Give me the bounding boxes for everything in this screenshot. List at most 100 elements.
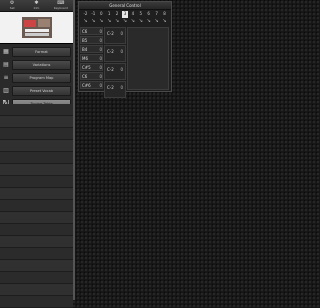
note-name: C-2 — [107, 85, 114, 90]
octave-button[interactable]: -1 — [90, 11, 97, 18]
list-item — [0, 224, 73, 236]
list-item — [0, 128, 73, 140]
key-value[interactable]: 0 — [95, 82, 102, 89]
key-value[interactable]: 0 — [95, 73, 102, 80]
octave-button[interactable]: -2 — [82, 11, 89, 18]
octave-selector: -2 -1 0 1 2 3 4 5 6 7 8 — [79, 10, 171, 18]
list-item — [0, 164, 73, 176]
key-row[interactable]: C#6 0 — [80, 81, 103, 89]
note-value[interactable]: 0 — [120, 85, 123, 90]
note-cell[interactable]: C-2 0 — [104, 81, 126, 98]
general-control-panel: General Control -2 -1 0 1 2 3 4 5 6 7 8 … — [78, 1, 172, 98]
list-item — [0, 116, 73, 128]
list-item — [0, 200, 73, 212]
toolbar-button-label: Keyboard — [53, 6, 68, 10]
note-cell[interactable]: C-2 0 — [104, 63, 126, 80]
octave-button[interactable]: 2 — [114, 11, 121, 18]
note-value[interactable]: 0 — [120, 67, 123, 72]
sidebar-item-label[interactable]: Format — [12, 46, 71, 57]
list-item — [0, 284, 73, 296]
toolbar-button-label: Info — [33, 6, 40, 10]
program-map-icon: ≡ — [3, 74, 9, 81]
note-cell[interactable]: C-2 0 — [104, 45, 126, 62]
sidebar-item-format[interactable]: ▦ Format — [0, 46, 73, 57]
transpose-arrow-icon[interactable]: ↘ — [90, 18, 97, 25]
key-row[interactable]: B5 0 — [80, 36, 103, 44]
key-row[interactable]: C#5 0 — [80, 63, 103, 71]
toolbar: ⚙ Set ✱ Info ⌨ Keyboard — [0, 0, 73, 12]
key-value[interactable]: 0 — [95, 37, 102, 44]
key-row[interactable]: C6 0 — [80, 27, 103, 35]
sidebar-item-program-map[interactable]: ≡ Program Map — [0, 72, 73, 83]
note-value[interactable]: 0 — [120, 31, 123, 36]
info-button[interactable]: ✱ Info — [27, 1, 45, 11]
note-value[interactable]: 0 — [120, 49, 123, 54]
list-item — [0, 212, 73, 224]
list-item — [0, 104, 73, 116]
key-value[interactable]: 0 — [95, 55, 102, 62]
key-value[interactable]: 0 — [95, 28, 102, 35]
key-row[interactable]: C6 0 — [80, 72, 103, 80]
empty-list — [0, 104, 73, 308]
octave-button[interactable]: 6 — [145, 11, 152, 18]
transpose-arrow-icon[interactable]: ↘ — [114, 18, 121, 25]
transpose-arrow-icon[interactable]: ↘ — [161, 18, 168, 25]
octave-button-active[interactable]: 3 — [121, 11, 129, 18]
note-name: C-2 — [107, 67, 114, 72]
key-label: C#6 — [82, 82, 91, 88]
octave-button[interactable]: 8 — [161, 11, 168, 18]
list-item — [0, 260, 73, 272]
key-label: M6 — [82, 55, 88, 61]
note-cell[interactable]: C-2 0 — [104, 27, 126, 44]
sidebar: ⚙ Set ✱ Info ⌨ Keyboard ▦ Format ▤ Varia… — [0, 0, 75, 308]
transpose-arrow-icon[interactable]: ↘ — [145, 18, 152, 25]
key-row[interactable]: B4 0 — [80, 45, 103, 53]
format-icon: ▦ — [3, 48, 9, 55]
key-list: C6 0 B5 0 B4 0 M6 0 C#5 0 C6 0 C#6 0 — [80, 27, 103, 90]
instrument-image — [21, 17, 52, 38]
key-row[interactable]: M6 0 — [80, 54, 103, 62]
list-item — [0, 248, 73, 260]
transpose-arrow-icon[interactable]: ↘ — [137, 18, 144, 25]
preset-vocab-icon: ▥ — [3, 87, 9, 94]
key-label: B5 — [82, 37, 88, 43]
octave-button[interactable]: 7 — [153, 11, 160, 18]
key-value[interactable]: 0 — [95, 64, 102, 71]
variations-icon: ▤ — [3, 61, 9, 68]
key-label: C6 — [82, 73, 88, 79]
instrument-preview — [0, 12, 73, 44]
transpose-arrow-icon[interactable]: ↘ — [82, 18, 89, 25]
transpose-arrow-icon[interactable]: ↘ — [106, 18, 113, 25]
key-label: C#5 — [82, 64, 91, 70]
sidebar-item-label[interactable]: Program Map — [12, 72, 71, 83]
transpose-row: ↘ ↘ ↘ ↘ ↘ ↘ ↘ ↘ ↘ ↘ ↘ — [79, 18, 171, 25]
list-item — [0, 176, 73, 188]
sidebar-item-preset-vocab[interactable]: ▥ Preset Vocab — [0, 85, 73, 96]
sidebar-item-label[interactable]: Variations — [12, 59, 71, 70]
note-name: C-2 — [107, 49, 114, 54]
settings-button[interactable]: ⚙ Set — [3, 1, 21, 11]
toolbar-button-label: Set — [9, 6, 15, 10]
sidebar-item-variations[interactable]: ▤ Variations — [0, 59, 73, 70]
key-label: B4 — [82, 46, 88, 52]
octave-button[interactable]: 4 — [129, 11, 136, 18]
key-value[interactable]: 0 — [95, 46, 102, 53]
note-name: C-2 — [107, 31, 114, 36]
sidebar-item-label[interactable]: Preset Vocab — [12, 85, 71, 96]
list-item — [0, 140, 73, 152]
octave-button[interactable]: 1 — [106, 11, 113, 18]
transpose-arrow-icon[interactable]: ↘ — [98, 18, 105, 25]
transpose-arrow-icon[interactable]: ↘ — [129, 18, 136, 25]
transpose-arrow-icon[interactable]: ↘ — [153, 18, 160, 25]
octave-button[interactable]: 5 — [137, 11, 144, 18]
list-item — [0, 188, 73, 200]
note-list: C-2 0 C-2 0 C-2 0 C-2 0 — [104, 27, 126, 99]
list-item — [0, 272, 73, 284]
panel-title: General Control — [79, 2, 171, 10]
sidebar-nav: ▦ Format ▤ Variations ≡ Program Map ▥ Pr… — [0, 44, 73, 109]
octave-button[interactable]: 0 — [98, 11, 105, 18]
control-grid: C6 0 B5 0 B4 0 M6 0 C#5 0 C6 0 C#6 0 C-2… — [80, 27, 170, 98]
transpose-arrow-icon[interactable]: ↘ — [122, 18, 129, 25]
keyboard-button[interactable]: ⌨ Keyboard — [52, 1, 70, 11]
list-item — [0, 236, 73, 248]
